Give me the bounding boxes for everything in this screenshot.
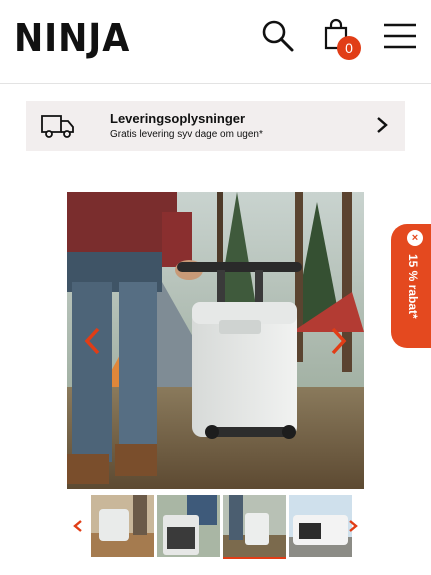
delivery-subtitle: Gratis levering syv dage om ugen*: [110, 129, 263, 140]
menu-button[interactable]: [382, 18, 418, 54]
thumbnail-2[interactable]: [157, 495, 220, 557]
product-main-image[interactable]: [67, 192, 364, 489]
delivery-info-banner[interactable]: Leveringsoplysninger Gratis levering syv…: [26, 101, 405, 151]
thumbnail-3[interactable]: [223, 495, 286, 557]
chevron-right-icon: [377, 117, 388, 133]
previous-image-button[interactable]: [82, 326, 104, 356]
delivery-title: Leveringsoplysninger: [110, 111, 246, 126]
next-image-button[interactable]: [327, 326, 349, 356]
search-icon: [262, 20, 294, 52]
truck-icon: [41, 115, 74, 138]
discount-close-button[interactable]: ×: [407, 230, 423, 246]
thumbnail-next-button[interactable]: [347, 519, 359, 533]
hamburger-menu-icon: [384, 23, 416, 49]
site-header: NINJA 0: [0, 0, 431, 84]
cart-count-badge: 0: [337, 36, 361, 60]
discount-label: 15 % rabat*: [406, 254, 420, 319]
ninja-logo[interactable]: NINJA: [14, 16, 130, 60]
search-button[interactable]: [260, 18, 296, 54]
thumbnail-prev-button[interactable]: [72, 519, 84, 533]
thumbnail-4[interactable]: [289, 495, 352, 557]
active-thumbnail-indicator: [223, 557, 286, 559]
thumbnail-1[interactable]: [91, 495, 154, 557]
